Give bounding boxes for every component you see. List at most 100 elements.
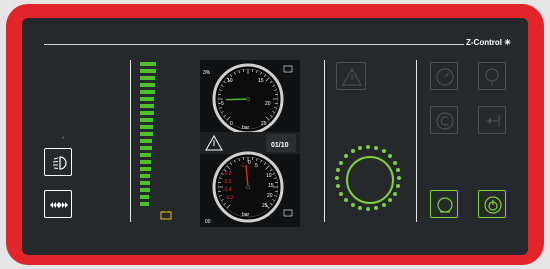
arrow-in-icon [487,115,500,127]
battery-icon [160,211,172,220]
display-counter: 01/10 [271,142,289,149]
rotary-dial[interactable] [335,145,404,214]
work-light-button[interactable] [44,148,72,176]
level-bar-segment [140,118,154,122]
dial-dot [397,176,401,180]
dial-dot [374,146,379,151]
level-bar-segment [140,195,150,199]
level-bar-segment [140,69,156,73]
warning-button[interactable] [336,62,366,90]
top-gauge: 0 5 10 15 20 25 bar 3% [203,63,293,135]
dial-dot [395,184,400,189]
gauge-dial-button[interactable] [430,62,458,90]
top-tick-20: 20 [265,101,271,107]
dial-dot [387,197,392,202]
dial-dot [392,191,397,196]
bottom-tick-0: 0 [248,160,251,166]
dial-dot [339,160,344,165]
dial-dot [381,202,386,207]
top-tick-15: 15 [258,78,264,84]
brand-label: Z-Control ✳ [466,38,511,47]
dial-ring [346,156,394,204]
level-bar-segment [140,146,152,150]
pump-icon [437,197,453,213]
level-bar-segment [140,160,152,164]
dial-dot [336,184,341,189]
power-icon [484,196,502,214]
bottom-neg-tick-2: -0.8 [223,171,232,177]
bottom-neg-tick-1: -1 [240,163,245,169]
beacon-arrows-icon [50,202,68,208]
dial-dot [374,205,379,210]
dial-dot [344,197,349,202]
top-tick-25: 25 [261,121,267,127]
bottom-corner-icon [283,209,293,217]
top-tick-5: 5 [221,101,224,107]
beacon-button[interactable] [44,190,72,218]
level-bar-segment [140,97,155,101]
level-bar-segment [140,62,156,66]
warning-triangle-icon [341,67,363,86]
bottom-neg-tick-5: -0.2 [225,195,234,201]
power-button[interactable] [478,190,506,218]
dial-dot [350,149,355,154]
bottom-tick-10: 10 [266,173,272,179]
level-bar-segment [140,125,153,129]
bottom-unit: bar [242,212,250,218]
top-tick-0: 0 [230,121,233,127]
right-divider [416,60,417,222]
gauge-dial-icon [436,68,454,86]
work-light-indicator: ° [62,137,65,143]
level-bar-segment [140,167,151,171]
bottom-tick-20: 20 [267,193,273,199]
dial-dot [357,205,362,210]
bottom-gauge: -1 -0.8 -0.6 -0.4 -0.2 5 10 15 20 25 0 b… [205,151,293,225]
bottom-neg-tick-3: -0.6 [223,179,232,185]
level-bar-segment [140,76,156,80]
pressure-valve-button[interactable] [478,62,506,90]
c-circle-button[interactable] [430,106,458,134]
dial-dot [387,154,392,159]
top-unit: bar [242,125,250,131]
top-corner-icon [283,65,293,73]
level-bar-segment [140,202,149,206]
level-bar-segment [140,111,154,115]
dial-dot [392,160,397,165]
top-tick-10: 10 [227,78,233,84]
level-bar-segment [140,188,150,192]
brand-mark-icon: ✳ [504,38,511,47]
dial-dot [381,149,386,154]
dial-dot [395,167,400,172]
level-bar-segment [140,132,153,136]
bottom-tick-5: 5 [255,163,258,169]
center-divider [324,60,325,222]
gauge-svg: 0 5 10 15 20 25 bar 3% 01/10 -1 -0.8 -0.… [200,63,300,225]
level-bar-segment [140,181,151,185]
dial-dot [357,146,362,151]
bottom-tick-15: 15 [268,183,274,189]
bottom-neg-tick-4: -0.4 [223,187,232,193]
pressure-valve-icon [485,68,499,86]
work-light-icon [52,156,67,170]
level-bar-segment [140,153,152,157]
pump-button[interactable] [430,190,458,218]
dial-dot [350,202,355,207]
dial-dot [366,207,370,211]
top-corner-label: 3% [203,70,211,76]
bottom-corner-label: 00 [205,219,211,225]
dial-dot [336,167,341,172]
top-needle [225,98,249,101]
c-circle-icon [436,112,454,130]
level-bar-segment [140,104,154,108]
brand-divider [44,44,464,45]
brand-name: Z-Control [466,38,502,47]
dial-dot [339,191,344,196]
level-bar-segment [140,83,155,87]
arrow-in-button[interactable] [478,106,506,134]
dial-dot [335,176,339,180]
gauge-display: 0 5 10 15 20 25 bar 3% 01/10 -1 -0.8 -0.… [200,60,300,227]
bottom-tick-25: 25 [262,203,268,209]
level-bar-segment [140,139,153,143]
left-divider [130,60,131,222]
level-bar-segment [140,174,151,178]
